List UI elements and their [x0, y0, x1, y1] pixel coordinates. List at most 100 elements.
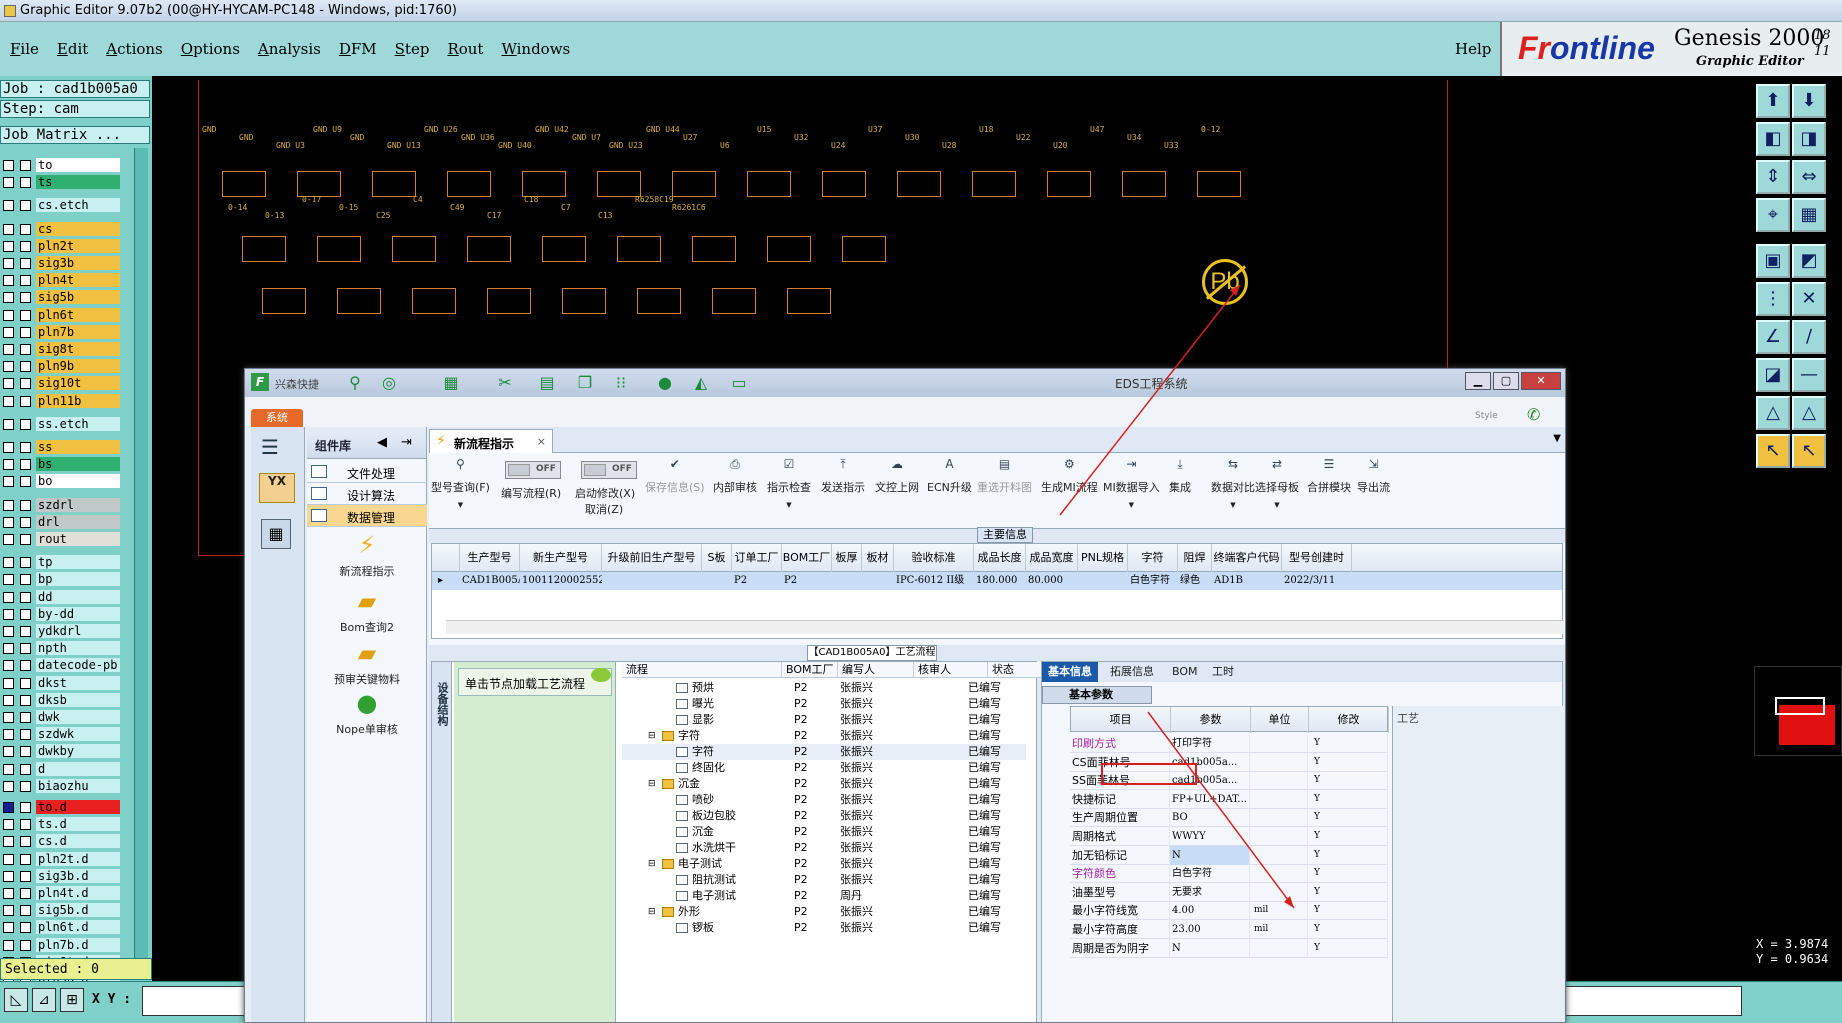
layer-row[interactable]: pln2t	[0, 238, 122, 254]
layer-row[interactable]: pln11b	[0, 393, 122, 409]
toolbar-button[interactable]: ⇲ 导出流	[1357, 457, 1390, 495]
grid-col-header[interactable]: 新生产型号	[520, 544, 602, 572]
param-row[interactable]: 周期格式 WWYY Y	[1070, 827, 1388, 846]
layer-checkbox[interactable]	[3, 534, 14, 545]
expand-icon[interactable]: ⊟	[648, 904, 656, 920]
layer-name[interactable]: ss.etch	[36, 416, 120, 431]
param-value[interactable]: BO	[1170, 808, 1250, 828]
layer-name[interactable]: cs	[36, 221, 120, 236]
grid-col-header[interactable]: 型号创建时	[1282, 544, 1352, 572]
param-row[interactable]: 油墨型号 无要求 Y	[1070, 882, 1388, 902]
nav-design-algorithm[interactable]: 设计算法	[307, 483, 427, 505]
layer-checkbox[interactable]	[3, 418, 14, 430]
layer-name[interactable]: szdrl	[36, 497, 120, 512]
layer-affected-checkbox[interactable]	[20, 160, 31, 171]
layer-checkbox[interactable]	[3, 344, 14, 355]
layer-name[interactable]: ts	[36, 175, 120, 190]
layer-affected-checkbox[interactable]	[20, 677, 31, 689]
layer-affected-checkbox[interactable]	[20, 819, 31, 831]
job-matrix-button[interactable]: Job Matrix ...	[0, 126, 150, 144]
layer-checkbox[interactable]	[3, 677, 14, 689]
minimap[interactable]	[1754, 666, 1842, 756]
expand-icon[interactable]: ⊟	[648, 728, 656, 744]
monitor-icon[interactable]: ▭	[729, 374, 749, 392]
tool-button[interactable]: ⬆	[1756, 84, 1790, 118]
grid-col-header[interactable]: S板	[702, 544, 732, 572]
param-value[interactable]: N	[1170, 845, 1250, 865]
layer-name[interactable]: pln7b.d	[36, 937, 120, 952]
layer-name[interactable]: pln7b	[36, 324, 120, 339]
grid-col-header[interactable]: 升级前旧生产型号	[602, 544, 702, 572]
layer-row[interactable]: ss.etch	[0, 416, 122, 432]
layer-affected-checkbox[interactable]	[20, 275, 31, 287]
layer-row[interactable]: cs.etch	[0, 198, 122, 213]
layer-checkbox[interactable]	[3, 643, 14, 655]
layer-row[interactable]: by-dd	[0, 606, 122, 622]
tool-button[interactable]: ⌖	[1756, 198, 1790, 232]
layer-name[interactable]: bp	[36, 572, 120, 587]
layer-checkbox[interactable]	[3, 802, 14, 813]
layer-name[interactable]: dkst	[36, 675, 120, 690]
layer-affected-checkbox[interactable]	[20, 516, 31, 528]
param-row[interactable]: 字符颜色 白色字符 Y	[1070, 864, 1388, 884]
minimize-button[interactable]: ▁	[1465, 372, 1491, 390]
grid-col-header[interactable]: BOM工厂	[782, 544, 832, 572]
layer-row[interactable]: datecode-pb	[0, 658, 122, 673]
layer-row[interactable]: ydkdrl	[0, 624, 122, 639]
scissors-icon[interactable]: ✂	[495, 374, 515, 392]
layer-checkbox[interactable]	[3, 292, 14, 304]
param-row[interactable]: 最小字符线宽 4.00 mil Y	[1070, 901, 1388, 921]
copy-icon[interactable]: ❐	[575, 374, 595, 392]
layer-row[interactable]: cs.d	[0, 834, 122, 849]
toolbar-button[interactable]: ⤒ 发送指示	[821, 457, 865, 495]
chart-icon[interactable]: ◭	[691, 374, 711, 392]
layer-name[interactable]: bo	[36, 474, 120, 489]
tree-row[interactable]: 喷砂 P2 张振兴 已编写	[622, 792, 1026, 808]
layer-row[interactable]: rout	[0, 532, 122, 547]
process-col-header[interactable]: BOM工厂	[782, 662, 838, 678]
layer-checkbox[interactable]	[3, 476, 14, 488]
layer-row[interactable]: biaozhu	[0, 778, 122, 794]
param-value[interactable]: N	[1170, 938, 1250, 958]
layer-affected-checkbox[interactable]	[20, 780, 31, 792]
layer-row[interactable]: szdrl	[0, 497, 122, 513]
menu-windows[interactable]: Windows	[501, 40, 570, 58]
layer-name[interactable]: pln2t.d	[36, 851, 120, 866]
layer-row[interactable]: pln7b	[0, 324, 122, 340]
layer-affected-checkbox[interactable]	[20, 200, 31, 212]
layer-name[interactable]: biaozhu	[36, 778, 120, 793]
tree-row[interactable]: 水洗烘干 P2 张振兴 已编写	[622, 840, 1026, 856]
layer-row[interactable]: pln6t	[0, 307, 122, 323]
layer-checkbox[interactable]	[3, 160, 14, 171]
param-value[interactable]: 无要求	[1170, 882, 1250, 902]
layer-affected-checkbox[interactable]	[20, 309, 31, 321]
dropdown-icon[interactable]: ▼	[1255, 501, 1299, 509]
layer-name[interactable]: pln11b	[36, 393, 120, 408]
layer-affected-checkbox[interactable]	[20, 534, 31, 545]
layer-checkbox[interactable]	[3, 746, 14, 758]
layer-name[interactable]: sig8t	[36, 342, 120, 356]
param-row[interactable]: 快捷标记 FP+UL+DAT... Y	[1070, 789, 1388, 809]
process-col-header[interactable]: 流程	[622, 662, 782, 678]
menu-help[interactable]: Help	[1455, 40, 1491, 58]
phone-icon[interactable]: ✆	[1527, 405, 1540, 424]
layer-row[interactable]: pln2t.d	[0, 851, 122, 867]
layer-row[interactable]: to	[0, 158, 122, 173]
toolbar-button[interactable]: ⇄ 选择母板 ▼	[1255, 457, 1299, 509]
param-value[interactable]: 打印字符	[1170, 734, 1250, 753]
side-tab[interactable]: 设备结构	[432, 662, 452, 1022]
param-value[interactable]: 白色字符	[1170, 864, 1250, 884]
layer-checkbox[interactable]	[3, 459, 14, 471]
layer-row[interactable]: dwkby	[0, 744, 122, 759]
layer-checkbox[interactable]	[3, 442, 14, 453]
layer-affected-checkbox[interactable]	[20, 442, 31, 453]
layer-affected-checkbox[interactable]	[20, 729, 31, 741]
layer-affected-checkbox[interactable]	[20, 763, 31, 775]
search-icon[interactable]: ⚲	[345, 374, 365, 392]
layer-row[interactable]: dwk	[0, 710, 122, 725]
param-value[interactable]: WWYY	[1170, 827, 1250, 846]
layer-row[interactable]: sig3b.d	[0, 868, 122, 884]
layer-affected-checkbox[interactable]	[20, 853, 31, 865]
tool-button[interactable]: ◪	[1756, 358, 1790, 392]
tree-row[interactable]: 板边包胶 P2 张振兴 已编写	[622, 808, 1026, 824]
